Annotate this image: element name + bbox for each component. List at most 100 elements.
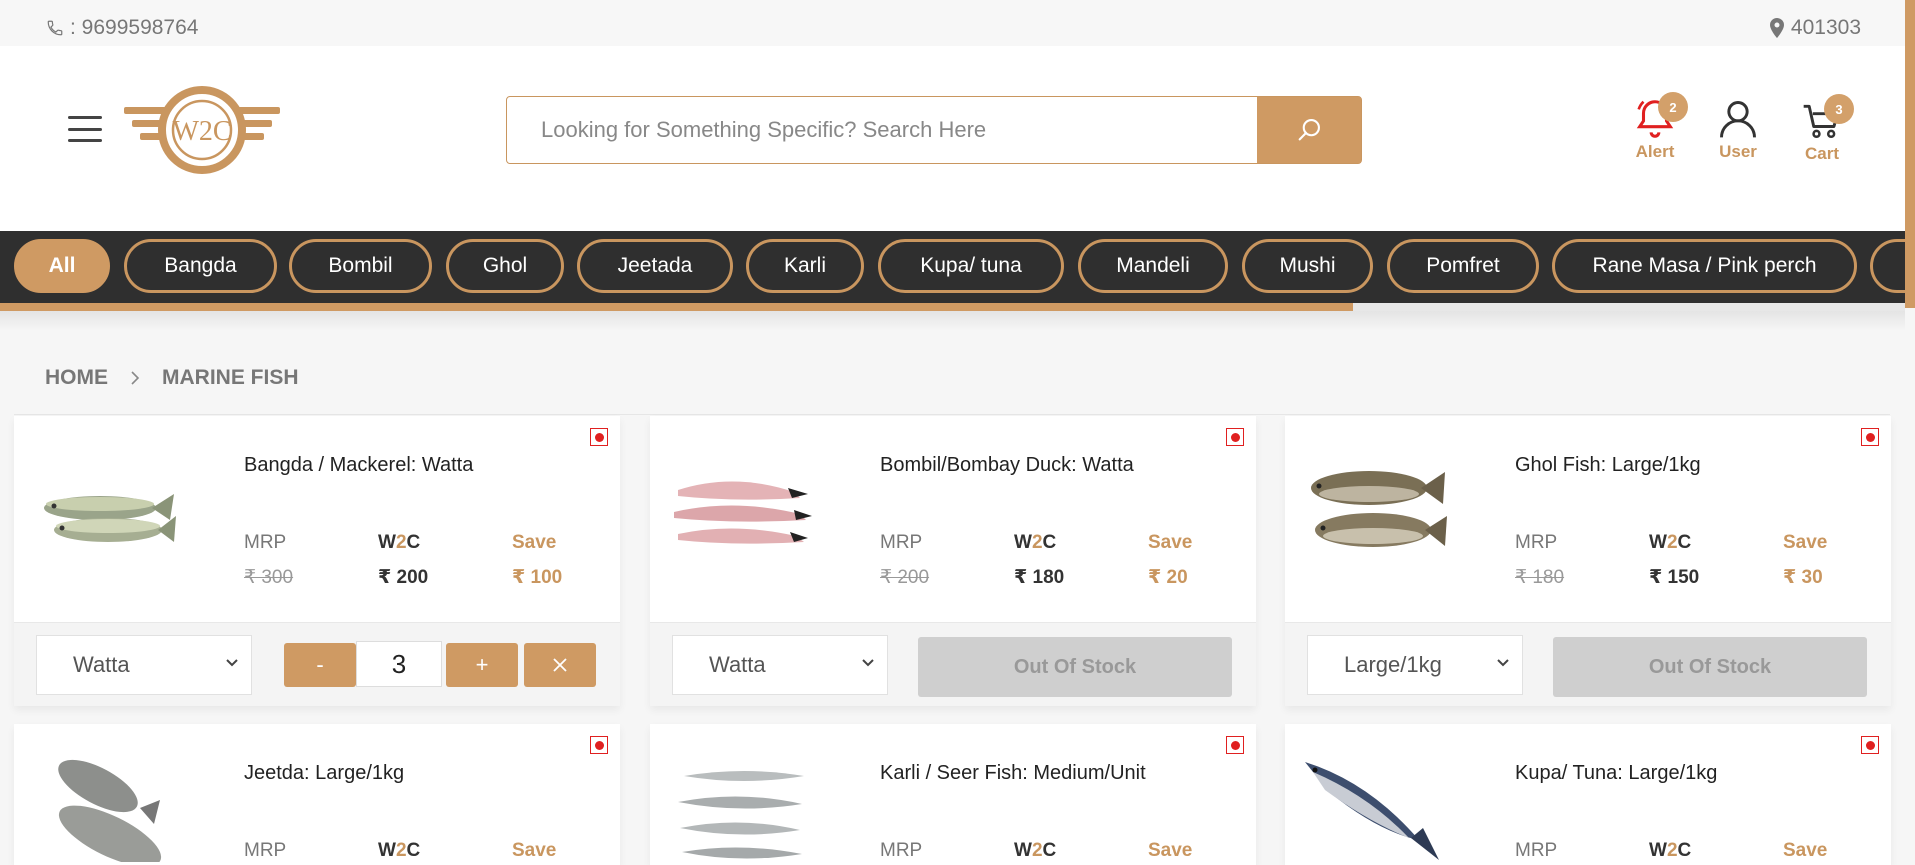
- mrp-label: MRP: [1515, 532, 1558, 553]
- category-pill-next[interactable]: [1870, 239, 1905, 293]
- chevron-down-icon: [1497, 659, 1509, 667]
- variant-select[interactable]: Large/1kg: [1307, 635, 1523, 695]
- alert-button[interactable]: 2 Alert: [1632, 92, 1688, 162]
- product-name[interactable]: Bombil/Bombay Duck: Watta: [880, 454, 1134, 477]
- save-label: Save: [1783, 532, 1828, 553]
- mrp-label: MRP: [1515, 840, 1558, 861]
- non-veg-marker-icon: [1226, 736, 1244, 754]
- product-card[interactable]: Karli / Seer Fish: Medium/Unit MRP W2C S…: [650, 724, 1256, 865]
- hamburger-menu-icon[interactable]: [68, 116, 102, 142]
- breadcrumb-home[interactable]: HOME: [45, 366, 108, 390]
- quantity-increment-button[interactable]: +: [446, 643, 518, 687]
- category-pill-karli[interactable]: Karli: [746, 239, 864, 293]
- w2c-price-label: W2C: [1649, 840, 1692, 861]
- mrp-value: ₹ 200: [880, 567, 930, 588]
- chevron-right-icon: [131, 371, 140, 385]
- non-veg-marker-icon: [1226, 428, 1244, 446]
- non-veg-marker-icon: [1861, 428, 1879, 446]
- w2c-price-label: W2C: [378, 532, 421, 553]
- search-input[interactable]: [507, 97, 1257, 163]
- breadcrumb: HOME MARINE FISH: [45, 366, 299, 390]
- jeetda-fish-image[interactable]: [28, 752, 178, 862]
- mackerel-fish-image[interactable]: [28, 450, 178, 560]
- alert-count-badge: 2: [1658, 92, 1688, 122]
- search-icon: [1298, 119, 1320, 141]
- search-button[interactable]: [1257, 97, 1361, 163]
- category-pill-jeetada[interactable]: Jeetada: [577, 239, 733, 293]
- category-pill-pomfret[interactable]: Pomfret: [1387, 239, 1539, 293]
- save-value: ₹ 100: [512, 567, 563, 588]
- mrp-label: MRP: [244, 532, 287, 553]
- user-button[interactable]: User: [1716, 96, 1760, 162]
- remove-item-button[interactable]: [524, 643, 596, 687]
- category-pill-bangda[interactable]: Bangda: [124, 239, 277, 293]
- page-scrollbar[interactable]: [1905, 0, 1915, 308]
- mrp-value: ₹ 300: [244, 567, 294, 588]
- location-pin-icon: [1769, 18, 1784, 38]
- site-header: W2C 2 Alert User 3 Cart: [0, 46, 1905, 231]
- w2c-price-label: W2C: [378, 840, 421, 861]
- phone-contact[interactable]: : 9699598764: [46, 16, 198, 40]
- variant-select[interactable]: Watta: [672, 635, 888, 695]
- category-pill-bombil[interactable]: Bombil: [289, 239, 432, 293]
- save-label: Save: [1783, 840, 1828, 861]
- product-card[interactable]: Bombil/Bombay Duck: Watta MRP W2C Save ₹…: [650, 416, 1256, 706]
- phone-icon: [47, 20, 63, 36]
- category-scroll-track[interactable]: [0, 303, 1905, 311]
- product-card[interactable]: Ghol Fish: Large/1kg MRP W2C Save ₹ 180 …: [1285, 416, 1891, 706]
- pincode-location[interactable]: 401303: [1769, 16, 1861, 40]
- category-pill-ghol[interactable]: Ghol: [446, 239, 564, 293]
- category-pill-all[interactable]: All: [14, 239, 110, 293]
- w2c-price-label: W2C: [1014, 840, 1057, 861]
- out-of-stock-button: Out Of Stock: [1553, 637, 1867, 697]
- save-value: ₹ 20: [1148, 567, 1188, 588]
- non-veg-marker-icon: [590, 736, 608, 754]
- category-pill-mandeli[interactable]: Mandeli: [1078, 239, 1228, 293]
- top-info-bar: : 9699598764 401303: [0, 0, 1905, 46]
- karli-fish-image[interactable]: [664, 758, 814, 865]
- w2c-logo[interactable]: W2C: [122, 84, 282, 176]
- user-icon: [1720, 101, 1756, 138]
- alert-label: Alert: [1635, 142, 1675, 161]
- variant-selected-value: Watta: [709, 652, 766, 677]
- logo-text: W2C: [172, 116, 231, 147]
- save-label: Save: [512, 840, 557, 861]
- product-name[interactable]: Jeetda: Large/1kg: [244, 762, 404, 785]
- category-scroll-thumb[interactable]: [0, 303, 1353, 311]
- product-name[interactable]: Karli / Seer Fish: Medium/Unit: [880, 762, 1146, 785]
- breadcrumb-current: MARINE FISH: [162, 366, 299, 389]
- category-pill-rane-masa[interactable]: Rane Masa / Pink perch: [1552, 239, 1857, 293]
- cart-button[interactable]: 3 Cart: [1800, 94, 1854, 164]
- category-pill-mushi[interactable]: Mushi: [1242, 239, 1373, 293]
- product-card[interactable]: Jeetda: Large/1kg MRP W2C Save: [14, 724, 620, 865]
- mrp-value: ₹ 180: [1515, 567, 1565, 588]
- w2c-price-value: ₹ 150: [1649, 567, 1700, 588]
- close-icon: [553, 658, 567, 672]
- product-name[interactable]: Ghol Fish: Large/1kg: [1515, 454, 1701, 477]
- ghol-fish-image[interactable]: [1299, 450, 1449, 560]
- category-bar: All Bangda Bombil Ghol Jeetada Karli Kup…: [0, 231, 1905, 303]
- product-name[interactable]: Bangda / Mackerel: Watta: [244, 454, 473, 477]
- category-pill-kupa-tuna[interactable]: Kupa/ tuna: [878, 239, 1064, 293]
- quantity-decrement-button[interactable]: -: [284, 643, 356, 687]
- quantity-input[interactable]: 3: [356, 641, 442, 687]
- cart-label: Cart: [1804, 144, 1839, 163]
- save-value: ₹ 30: [1783, 567, 1823, 588]
- product-name[interactable]: Kupa/ Tuna: Large/1kg: [1515, 762, 1717, 785]
- non-veg-marker-icon: [590, 428, 608, 446]
- mrp-label: MRP: [244, 840, 287, 861]
- w2c-price-label: W2C: [1014, 532, 1057, 553]
- product-card[interactable]: Bangda / Mackerel: Watta MRP W2C Save ₹ …: [14, 416, 620, 706]
- phone-number: : 9699598764: [70, 16, 199, 39]
- variant-selected-value: Watta: [73, 652, 130, 677]
- bombil-fish-image[interactable]: [664, 450, 814, 560]
- cart-count-badge: 3: [1824, 94, 1854, 124]
- save-label: Save: [512, 532, 557, 553]
- mrp-label: MRP: [880, 840, 923, 861]
- save-label: Save: [1148, 840, 1193, 861]
- w2c-price-value: ₹ 200: [378, 567, 429, 588]
- product-card[interactable]: Kupa/ Tuna: Large/1kg MRP W2C Save: [1285, 724, 1891, 865]
- variant-select[interactable]: Watta: [36, 635, 252, 695]
- tuna-fish-image[interactable]: [1299, 752, 1449, 862]
- chevron-down-icon: [226, 659, 238, 667]
